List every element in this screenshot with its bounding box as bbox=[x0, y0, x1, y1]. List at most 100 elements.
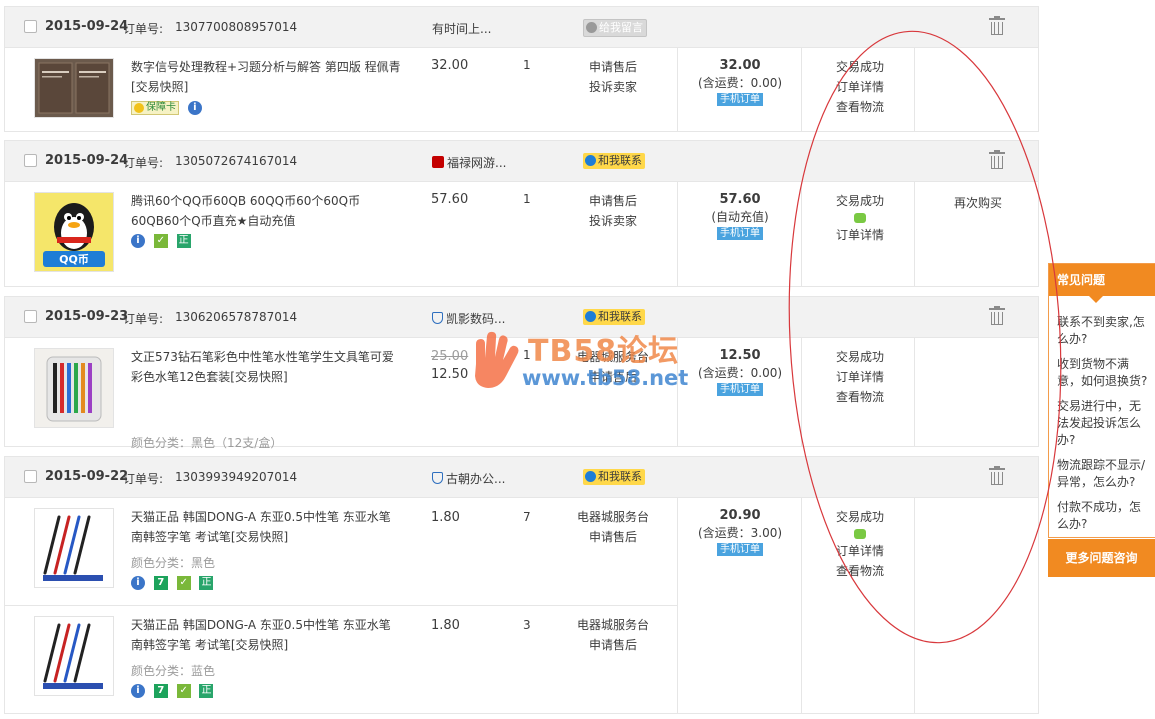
complain-seller-link[interactable]: 投诉卖家 bbox=[563, 77, 663, 97]
product-title-link[interactable]: 腾讯60个QQ币60QB 60QQ币60个60Q币60QB60个Q币直充★自动充… bbox=[131, 191, 401, 231]
trade-success-status: 交易成功 bbox=[835, 194, 884, 208]
info-icon[interactable]: i bbox=[131, 576, 145, 590]
genuine-badge[interactable]: 正 bbox=[199, 684, 214, 698]
order-status: 交易成功 订单详情 bbox=[802, 191, 918, 245]
order-number-label: 订单号: bbox=[123, 156, 164, 170]
shop-link[interactable]: 凯影数码... bbox=[432, 310, 505, 327]
product-title-link[interactable]: 文正573钻石笔彩色中性笔水性笔学生文具笔可爱彩色水笔12色套装[交易快照] bbox=[131, 347, 401, 387]
mobile-order-badge: 手机订单 bbox=[717, 543, 763, 556]
appliance-service-desk-link[interactable]: 电器城服务台 bbox=[563, 615, 663, 635]
order-number: 1305072674167014 bbox=[175, 154, 298, 168]
apply-after-sales-link[interactable]: 申请售后 bbox=[563, 635, 663, 655]
genuine-badge[interactable]: 正 bbox=[199, 576, 214, 590]
order-header: 2015-09-24 订单号: 1305072674167014 福禄网游...… bbox=[5, 141, 1038, 182]
order-checkbox[interactable] bbox=[24, 310, 37, 323]
order-number-label: 订单号: bbox=[123, 472, 164, 486]
seven-day-return-badge[interactable]: 7 bbox=[153, 684, 168, 698]
order-item: 天猫正品 韩国DONG-A 东亚0.5中性笔 东亚水笔 南韩签字笔 考试笔[交易… bbox=[5, 605, 677, 713]
more-questions-button[interactable]: 更多问题咨询 bbox=[1048, 539, 1155, 577]
order-details-link[interactable]: 订单详情 bbox=[802, 225, 918, 245]
complain-seller-link[interactable]: 投诉卖家 bbox=[563, 211, 663, 231]
product-thumbnail[interactable] bbox=[34, 508, 114, 588]
seven-day-return-badge[interactable]: 7 bbox=[153, 576, 168, 590]
order-date: 2015-09-23 bbox=[45, 309, 129, 324]
total-amount: 57.60 bbox=[719, 192, 761, 207]
shop-name[interactable]: 古朝办公... bbox=[446, 472, 505, 486]
message-icon bbox=[586, 22, 597, 33]
order-date: 2015-09-24 bbox=[45, 19, 129, 34]
shopping-bag-icon[interactable]: ✓ bbox=[153, 234, 168, 248]
order-details-link[interactable]: 订单详情 bbox=[802, 77, 918, 97]
unit-price: 1.80 bbox=[431, 510, 460, 525]
faq-item[interactable]: 收到货物不满意，如何退换货? bbox=[1057, 356, 1150, 390]
shop-link[interactable]: 有时间上... bbox=[432, 20, 491, 37]
delete-order-trash-icon[interactable] bbox=[989, 306, 1005, 325]
genuine-badge[interactable]: 正 bbox=[176, 234, 191, 248]
order-status: 交易成功 订单详情 查看物流 bbox=[802, 347, 918, 407]
contact-seller-button[interactable]: 和我联系 bbox=[583, 469, 645, 485]
product-thumbnail[interactable] bbox=[34, 348, 114, 428]
product-title-link[interactable]: 天猫正品 韩国DONG-A 东亚0.5中性笔 东亚水笔 南韩签字笔 考试笔[交易… bbox=[131, 507, 401, 547]
after-sales-links: 申请售后 投诉卖家 bbox=[563, 57, 663, 97]
info-icon[interactable]: i bbox=[131, 684, 145, 698]
appliance-service-desk-link[interactable]: 电器城服务台 bbox=[563, 507, 663, 527]
trade-success-status: 交易成功 bbox=[835, 350, 884, 364]
order-details-link[interactable]: 订单详情 bbox=[802, 541, 918, 561]
faq-item[interactable]: 付款不成功，怎么办? bbox=[1057, 499, 1150, 533]
product-thumbnail[interactable] bbox=[34, 58, 114, 118]
delete-order-trash-icon[interactable] bbox=[989, 466, 1005, 485]
thumbnail-caption: QQ币 bbox=[59, 253, 89, 266]
appliance-service-desk-link[interactable]: 电器城服务台 bbox=[563, 347, 663, 367]
wangwang-chat-icon[interactable] bbox=[854, 213, 866, 223]
contact-seller-button[interactable]: 和我联系 bbox=[583, 309, 645, 325]
order-checkbox[interactable] bbox=[24, 470, 37, 483]
shipping-fee: (含运费：0.00) bbox=[697, 76, 783, 90]
order-checkbox[interactable] bbox=[24, 20, 37, 33]
order-card: 2015-09-24 订单号: 1307700808957014 有时间上...… bbox=[4, 6, 1039, 132]
info-icon[interactable]: i bbox=[131, 234, 145, 248]
wangwang-chat-icon[interactable] bbox=[854, 529, 866, 539]
apply-after-sales-link[interactable]: 申请售后 bbox=[563, 367, 663, 387]
apply-after-sales-link[interactable]: 申请售后 bbox=[563, 191, 663, 211]
order-card: 2015-09-23 订单号: 1306206578787014 凯影数码...… bbox=[4, 296, 1039, 470]
order-total: 57.60 (自动充值) 手机订单 bbox=[678, 191, 802, 240]
faq-item[interactable]: 联系不到卖家,怎么办? bbox=[1057, 314, 1150, 348]
shopping-bag-icon[interactable]: ✓ bbox=[176, 684, 191, 698]
shop-name[interactable]: 凯影数码... bbox=[446, 312, 505, 326]
delete-order-trash-icon[interactable] bbox=[989, 150, 1005, 169]
faq-item[interactable]: 交易进行中，无法发起投诉怎么办? bbox=[1057, 398, 1150, 449]
message-seller-button[interactable]: 给我留言 bbox=[583, 19, 647, 37]
wangwang-icon bbox=[585, 471, 596, 482]
product-title-link[interactable]: 天猫正品 韩国DONG-A 东亚0.5中性笔 东亚水笔 南韩签字笔 考试笔[交易… bbox=[131, 615, 401, 655]
shopping-bag-icon[interactable]: ✓ bbox=[176, 576, 191, 590]
order-header: 2015-09-22 订单号: 1303993949207014 古朝办公...… bbox=[5, 457, 1038, 498]
after-sales-links: 电器城服务台 申请售后 bbox=[563, 507, 663, 547]
shop-link[interactable]: 古朝办公... bbox=[432, 470, 505, 487]
view-logistics-link[interactable]: 查看物流 bbox=[802, 561, 918, 581]
guarantee-card-badge[interactable]: 保障卡 bbox=[131, 101, 179, 115]
product-thumbnail[interactable]: QQ币 bbox=[34, 192, 114, 272]
shipping-fee: (含运费：3.00) bbox=[697, 526, 783, 540]
info-icon[interactable]: i bbox=[187, 101, 202, 115]
faq-panel: 常见问题 联系不到卖家,怎么办? 收到货物不满意，如何退换货? 交易进行中，无法… bbox=[1048, 263, 1155, 538]
quantity: 1 bbox=[523, 58, 531, 72]
order-details-link[interactable]: 订单详情 bbox=[802, 367, 918, 387]
order-checkbox[interactable] bbox=[24, 154, 37, 167]
product-thumbnail[interactable] bbox=[34, 616, 114, 696]
view-logistics-link[interactable]: 查看物流 bbox=[802, 387, 918, 407]
apply-after-sales-link[interactable]: 申请售后 bbox=[563, 527, 663, 547]
shield-icon bbox=[432, 312, 443, 324]
contact-seller-button[interactable]: 和我联系 bbox=[583, 153, 645, 169]
product-title-link[interactable]: 数字信号处理教程+习题分析与解答 第四版 程佩青[交易快照] bbox=[131, 57, 401, 97]
order-body: 天猫正品 韩国DONG-A 东亚0.5中性笔 东亚水笔 南韩签字笔 考试笔[交易… bbox=[5, 498, 1038, 713]
shop-name[interactable]: 有时间上... bbox=[432, 22, 491, 36]
sku-color: 颜色分类：蓝色 bbox=[131, 664, 216, 678]
buy-again-link[interactable]: 再次购买 bbox=[918, 194, 1038, 211]
faq-item[interactable]: 物流跟踪不显示/异常，怎么办? bbox=[1057, 457, 1150, 491]
shop-name[interactable]: 福禄网游... bbox=[447, 156, 506, 170]
delete-order-trash-icon[interactable] bbox=[989, 16, 1005, 35]
shop-link[interactable]: 福禄网游... bbox=[432, 154, 506, 171]
apply-after-sales-link[interactable]: 申请售后 bbox=[563, 57, 663, 77]
order-status: 交易成功 订单详情 查看物流 bbox=[802, 507, 918, 581]
view-logistics-link[interactable]: 查看物流 bbox=[802, 97, 918, 117]
